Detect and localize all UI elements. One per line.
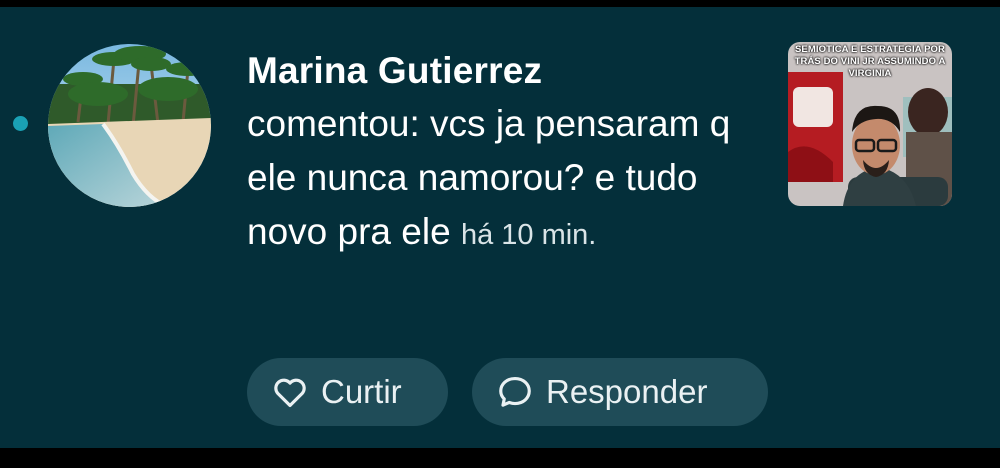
comment-text: comentou: vcs ja pensaram q ele nunca na… (247, 97, 767, 262)
heart-outline-icon (271, 373, 309, 411)
notification-card[interactable]: Marina Gutierrez comentou: vcs ja pensar… (0, 7, 1000, 448)
like-button[interactable]: Curtir (247, 358, 448, 426)
timestamp: há 10 min. (460, 219, 597, 251)
notification-content: Marina Gutierrez comentou: vcs ja pensar… (247, 47, 767, 262)
post-thumbnail[interactable]: SEMIOTICA E ESTRATEGIA POR TRÁS DO VINI … (788, 42, 952, 206)
reply-label: Responder (546, 373, 708, 410)
thumbnail-caption-line: SEMIOTICA E ESTRATEGIA POR (794, 44, 946, 55)
speech-bubble-icon (496, 373, 534, 411)
thumbnail-caption-line: VIRGINIA (848, 68, 892, 79)
like-label: Curtir (321, 373, 402, 410)
thumbnail-caption-line: TRÁS DO VINI JR ASSUMINDO A (794, 56, 946, 67)
thumbnail-caption: SEMIOTICA E ESTRATEGIA POR TRÁS DO VINI … (788, 44, 952, 80)
actions-row: Curtir Responder (247, 358, 768, 426)
author-name[interactable]: Marina Gutierrez (247, 47, 767, 95)
unread-indicator (13, 116, 28, 131)
reply-button[interactable]: Responder (472, 358, 768, 426)
avatar[interactable] (48, 44, 211, 207)
